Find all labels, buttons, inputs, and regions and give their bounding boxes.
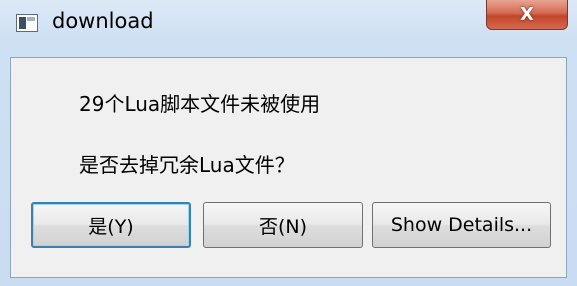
show-details-button[interactable]: Show Details... xyxy=(372,202,551,248)
yes-button[interactable]: 是(Y) xyxy=(31,202,191,248)
title-bar[interactable]: download X xyxy=(0,0,577,48)
message-line-2: 是否去掉冗余Lua文件？ xyxy=(79,153,295,177)
close-icon: X xyxy=(520,4,534,25)
app-icon[interactable] xyxy=(16,14,38,32)
message-line-1: 29个Lua脚本文件未被使用 xyxy=(79,92,321,116)
dialog-window: download X 29个Lua脚本文件未被使用 是否去掉冗余Lua文件？ 是… xyxy=(0,0,577,286)
close-button[interactable]: X xyxy=(486,0,568,30)
window-title: download xyxy=(52,9,154,33)
dialog-body: 29个Lua脚本文件未被使用 是否去掉冗余Lua文件？ 是(Y) 否(N) Sh… xyxy=(10,57,567,278)
no-button[interactable]: 否(N) xyxy=(203,202,363,248)
